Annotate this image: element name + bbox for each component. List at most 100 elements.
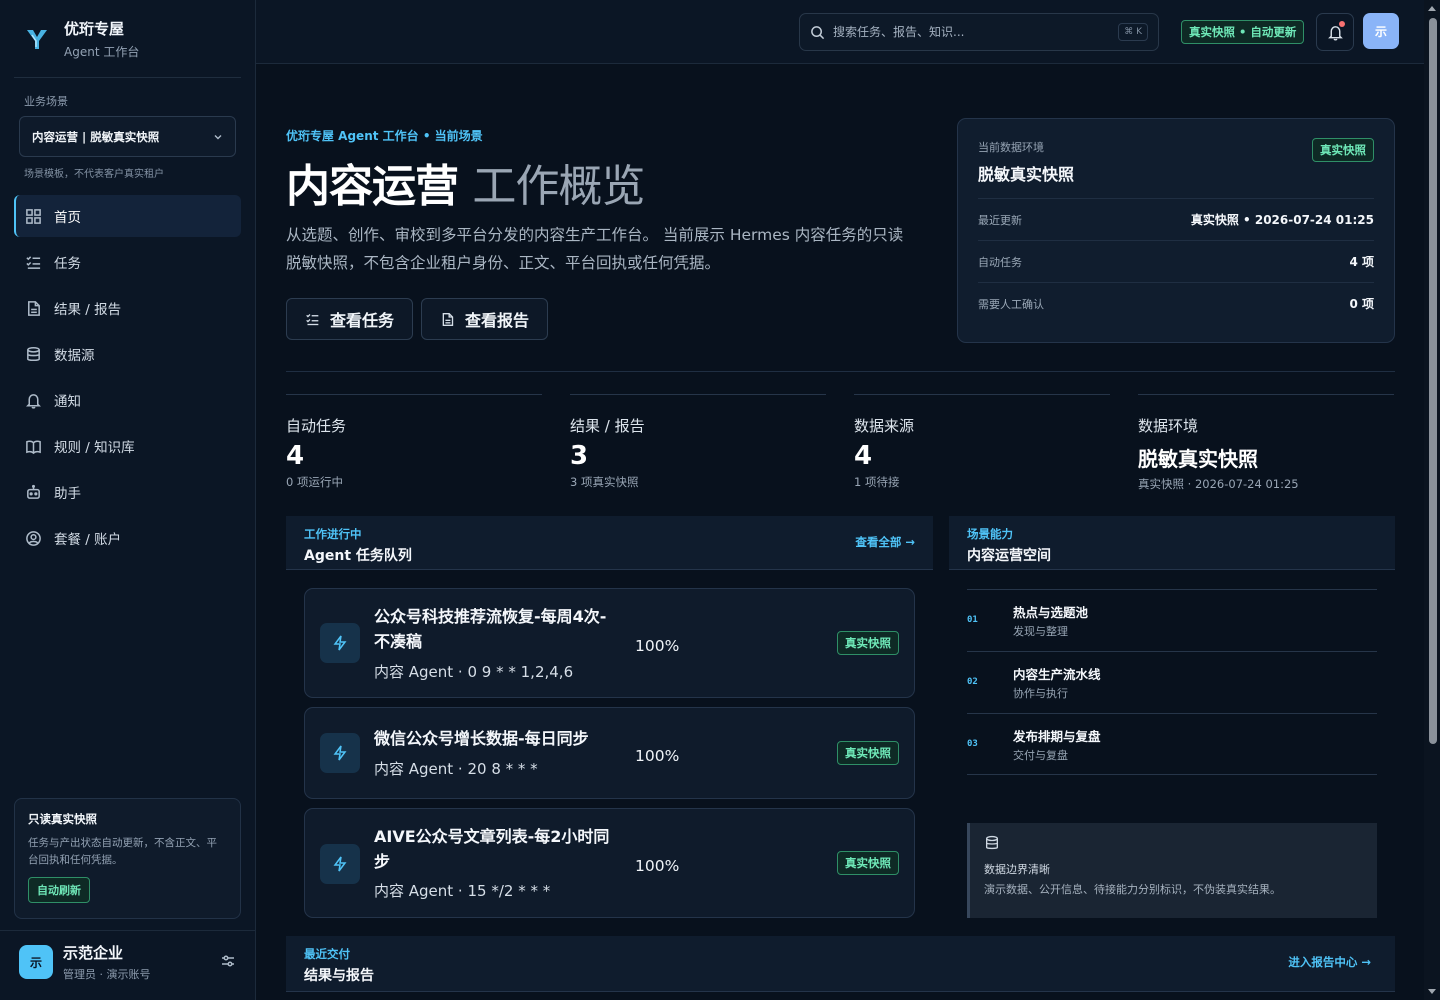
item-title: 内容生产流水线 xyxy=(1013,667,1101,682)
task-meta: 内容 Agent · 0 9 * * 1,2,4,6 xyxy=(374,663,574,681)
view-all-link[interactable]: 查看全部 → xyxy=(855,534,915,550)
stat-environment: 数据环境 脱敏真实快照 真实快照 · 2026-07-24 01:25 xyxy=(1138,394,1394,492)
scroll-up-arrow[interactable] xyxy=(1428,6,1436,11)
book-icon xyxy=(26,439,41,454)
list-item[interactable]: 03 发布排期与复盘 交付与复盘 xyxy=(967,713,1377,775)
task-meta: 内容 Agent · 15 */2 * * * xyxy=(374,882,551,900)
stat-value: 4 xyxy=(286,441,305,471)
panel-eyebrow: 工作进行中 xyxy=(304,527,362,541)
status-badge[interactable]: 真实快照 xyxy=(837,631,899,655)
auto-refresh-button[interactable]: 自动刷新 xyxy=(28,877,90,903)
sidebar-item-home[interactable]: 首页 xyxy=(14,195,241,237)
report-center-link[interactable]: 进入报告中心 → xyxy=(1288,954,1371,970)
env-label: 当前数据环境 xyxy=(978,141,1044,154)
env-row-manual-confirm: 需要人工确认 0 项 xyxy=(978,282,1374,324)
status-badge[interactable]: 真实快照 xyxy=(837,851,899,875)
item-number: 01 xyxy=(967,615,978,625)
scene-note: 场景模板，不代表客户真实租户 xyxy=(24,169,164,180)
list-item[interactable]: 02 内容生产流水线 协作与执行 xyxy=(967,651,1377,713)
capabilities-header: 场景能力 内容运营空间 xyxy=(949,516,1395,570)
stat-value: 4 xyxy=(854,441,873,471)
readonly-notice: 只读真实快照 任务与产出状态自动更新，不含正文、平台回执和任何凭据。 自动刷新 xyxy=(14,798,241,919)
scroll-down-arrow[interactable] xyxy=(1428,989,1436,994)
search-icon xyxy=(811,25,825,39)
sidebar-item-label: 结果 / 报告 xyxy=(54,302,122,318)
item-title: 热点与选题池 xyxy=(1013,605,1089,620)
status-badge[interactable]: 真实快照 xyxy=(837,741,899,765)
stat-sub: 3 项真实快照 xyxy=(570,475,639,489)
env-row-value: 4 项 xyxy=(1349,255,1374,269)
sidebar-item-label: 套餐 / 账户 xyxy=(54,532,122,548)
divider xyxy=(14,77,241,78)
item-subtitle: 协作与执行 xyxy=(1013,687,1068,700)
sidebar-item-label: 数据源 xyxy=(54,348,95,364)
view-reports-button[interactable]: 查看报告 xyxy=(421,298,549,340)
env-row-updated: 最近更新 真实快照 • 2026-07-24 01:25 xyxy=(978,198,1374,240)
task-card[interactable]: 微信公众号增长数据-每日同步 内容 Agent · 20 8 * * * 100… xyxy=(304,707,915,799)
brand-logo xyxy=(22,24,52,54)
sidebar-item-assistant[interactable]: 助手 xyxy=(14,471,241,513)
sidebar-item-notifications[interactable]: 通知 xyxy=(14,379,241,421)
sidebar-item-knowledge[interactable]: 规则 / 知识库 xyxy=(14,425,241,467)
stat-value: 脱敏真实快照 xyxy=(1138,447,1258,471)
stat-label: 数据来源 xyxy=(854,417,915,435)
topbar: ⌘ K 真实快照 • 自动更新 示 xyxy=(256,0,1440,64)
divider xyxy=(286,371,1395,372)
hero-eyebrow: 优珩专屋 Agent 工作台 • 当前场景 xyxy=(286,129,483,143)
env-row-key: 自动任务 xyxy=(978,255,1022,269)
checklist-icon xyxy=(26,255,41,269)
sidebar-item-reports[interactable]: 结果 / 报告 xyxy=(14,287,241,329)
brand-subtitle: Agent 工作台 xyxy=(64,45,140,59)
divider xyxy=(0,930,255,931)
stat-datasources: 数据来源 4 1 项待接 xyxy=(854,394,1110,490)
env-row-auto-tasks: 自动任务 4 项 xyxy=(978,240,1374,282)
lightning-icon xyxy=(320,623,360,663)
scrollbar[interactable] xyxy=(1424,0,1440,1000)
checklist-icon xyxy=(306,313,319,325)
sidebar: 优珩专屋 Agent 工作台 业务场景 内容运营 | 脱敏真实快照 场景模板，不… xyxy=(0,0,256,1000)
stat-reports: 结果 / 报告 3 3 项真实快照 xyxy=(570,394,826,490)
button-label: 查看任务 xyxy=(330,311,395,330)
sidebar-item-datasources[interactable]: 数据源 xyxy=(14,333,241,375)
database-icon xyxy=(27,346,40,361)
item-subtitle: 交付与复盘 xyxy=(1013,749,1068,762)
notifications-button[interactable] xyxy=(1316,13,1354,51)
title-light: 工作概览 xyxy=(472,161,645,212)
search-box[interactable]: ⌘ K xyxy=(799,13,1159,51)
button-label: 查看报告 xyxy=(465,311,530,330)
panel-title: Agent 任务队列 xyxy=(304,548,412,564)
stat-label: 自动任务 xyxy=(286,417,347,435)
sidebar-item-label: 规则 / 知识库 xyxy=(54,440,135,456)
item-title: 发布排期与复盘 xyxy=(1013,729,1101,744)
settings-sliders-icon[interactable] xyxy=(219,952,237,974)
scene-select[interactable]: 内容运营 | 脱敏真实快照 xyxy=(19,116,236,157)
task-card[interactable]: AIVE公众号文章列表-每2小时同步 内容 Agent · 15 */2 * *… xyxy=(304,808,915,918)
document-icon xyxy=(28,300,40,316)
note-title: 数据边界清晰 xyxy=(984,863,1050,876)
sidebar-item-label: 首页 xyxy=(54,210,81,226)
data-environment-card: 当前数据环境 脱敏真实快照 真实快照 最近更新 真实快照 • 2026-07-24… xyxy=(957,118,1395,343)
avatar[interactable]: 示 xyxy=(1363,13,1399,49)
brand[interactable]: 优珩专屋 Agent 工作台 xyxy=(22,18,139,60)
page-title: 内容运营 工作概览 xyxy=(286,150,645,214)
task-progress: 100% xyxy=(635,637,680,655)
sidebar-item-account[interactable]: 套餐 / 账户 xyxy=(14,517,241,559)
stat-label: 结果 / 报告 xyxy=(570,417,645,435)
sidebar-item-label: 任务 xyxy=(54,256,81,272)
list-item[interactable]: 01 热点与选题池 发现与整理 xyxy=(967,589,1377,651)
sidebar-item-label: 通知 xyxy=(54,394,81,410)
task-meta: 内容 Agent · 20 8 * * * xyxy=(374,760,538,778)
user-role: 管理员 · 演示账号 xyxy=(63,968,151,981)
sidebar-item-label: 助手 xyxy=(54,486,81,502)
task-card[interactable]: 公众号科技推荐流恢复-每周4次-不凑稿 内容 Agent · 0 9 * * 1… xyxy=(304,588,915,698)
stat-sub: 1 项待接 xyxy=(854,475,900,489)
scroll-thumb[interactable] xyxy=(1429,18,1437,744)
task-name: AIVE公众号文章列表-每2小时同步 xyxy=(374,827,610,871)
view-tasks-button[interactable]: 查看任务 xyxy=(286,298,414,340)
user-profile[interactable]: 示 示范企业 管理员 · 演示账号 xyxy=(19,942,151,982)
sidebar-item-tasks[interactable]: 任务 xyxy=(14,241,241,283)
search-input[interactable] xyxy=(833,25,1111,39)
hero-description: 从选题、创作、审校到多平台分发的内容生产工作台。 当前展示 Hermes 内容任… xyxy=(286,226,904,272)
panel-title: 内容运营空间 xyxy=(967,548,1051,564)
deliveries-header: 最近交付 结果与报告 进入报告中心 → xyxy=(286,936,1395,992)
